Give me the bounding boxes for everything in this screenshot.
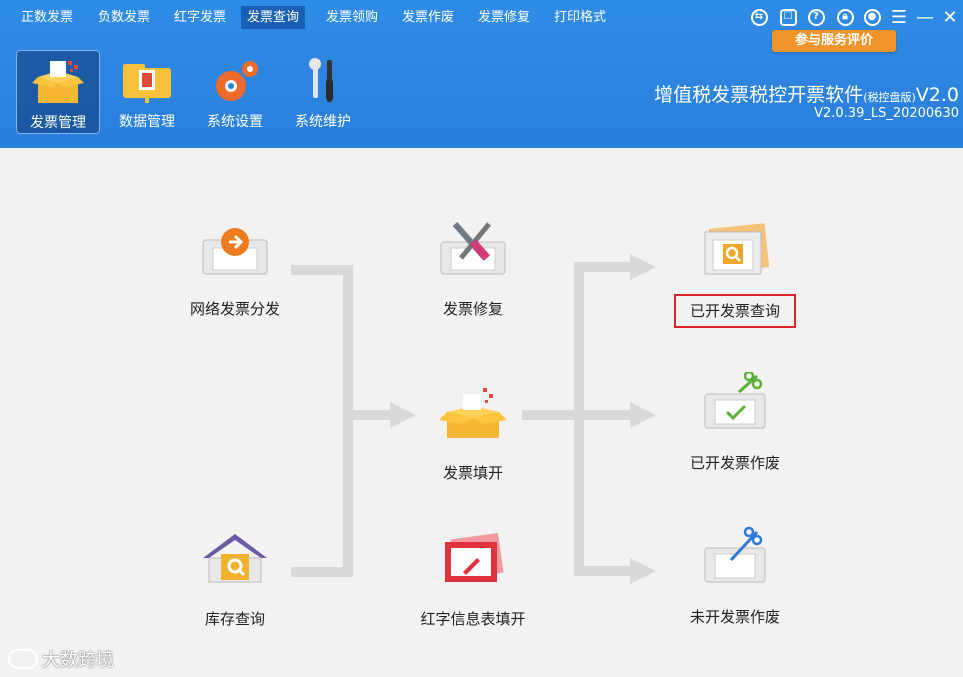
node-label: 发票修复 (442, 300, 503, 318)
flow-line (574, 566, 634, 576)
node-label: 红字信息表填开 (420, 610, 526, 628)
menu-item-invoice-void[interactable]: 发票作废 (396, 6, 460, 29)
folder-icon (123, 64, 171, 103)
node-stock-query[interactable]: 库存查询 (170, 528, 300, 630)
switch-icon[interactable]: ⇆ (750, 8, 768, 26)
close-icon[interactable]: ✕ (941, 7, 959, 28)
house-search-icon (203, 534, 267, 583)
node-label: 库存查询 (204, 610, 265, 628)
toolbar-system-maintenance[interactable]: 系统维护 (281, 50, 365, 134)
menu-item-print-format[interactable]: 打印格式 (548, 6, 612, 29)
flow-line (574, 410, 634, 420)
issued-query-label: 已开发票查询 (673, 294, 797, 328)
node-network-distribution[interactable]: 网络发票分发 (170, 218, 300, 320)
user-icon[interactable]: ● (863, 8, 881, 26)
invoice-scissors-blue-icon (704, 526, 766, 583)
node-issued-void[interactable]: 已开发票作废 (670, 370, 800, 474)
invoice-box-icon (439, 388, 507, 438)
menu-icon[interactable]: ☰ (890, 7, 908, 28)
gears-icon (216, 61, 258, 101)
menu-item-invoice-query[interactable]: 发票查询 (241, 6, 306, 29)
repair-tools-icon (440, 222, 506, 275)
phone-icon[interactable]: ☐ (779, 8, 797, 26)
service-evaluation-button[interactable]: 参与服务评价 (772, 30, 896, 52)
tools-icon (309, 58, 333, 102)
watermark-text: 大数跨境 (42, 650, 114, 671)
flow-arrow (630, 558, 656, 584)
toolbar-label: 发票管理 (30, 115, 86, 131)
node-invoice-repair[interactable]: 发票修复 (408, 218, 538, 320)
watermark: 大数跨境 (8, 646, 114, 672)
menu-item-red-invoice[interactable]: 红字发票 (168, 6, 232, 29)
menu-item-invoice-purchase[interactable]: 发票领购 (320, 6, 384, 29)
flow-line (291, 265, 351, 275)
lock-icon[interactable]: 🔒︎ (836, 8, 854, 26)
node-issued-query[interactable]: 已开发票查询 (670, 218, 800, 328)
app-header: 正数发票 负数发票 红字发票 发票查询 发票领购 发票作废 发票修复 打印格式 … (0, 0, 963, 148)
flow-line (343, 265, 353, 577)
flow-line (343, 410, 393, 420)
node-unissued-void[interactable]: 未开发票作废 (670, 526, 800, 628)
invoice-scissors-green-icon (704, 370, 766, 429)
app-title: 增值税发票税控开票软件(税控盘版)V2.0 (654, 84, 959, 106)
app-version: V2.0.39_LS_20200630 (814, 106, 959, 121)
menu-item-negative-invoice[interactable]: 负数发票 (92, 6, 156, 29)
watermark-logo-icon (8, 649, 38, 669)
node-label: 网络发票分发 (189, 300, 280, 318)
invoice-search-icon (704, 223, 770, 275)
toolbar-label: 系统设置 (207, 114, 263, 130)
invoice-box-icon (32, 61, 84, 103)
flow-arrow (630, 402, 656, 428)
menu-item-invoice-repair[interactable]: 发票修复 (472, 6, 536, 29)
network-distribution-icon (202, 228, 268, 275)
flow-arrow (630, 254, 656, 280)
node-label: 发票填开 (442, 464, 503, 482)
menu-item-positive-invoice[interactable]: 正数发票 (15, 6, 79, 29)
node-label: 已开发票作废 (689, 454, 780, 472)
red-form-icon (445, 532, 504, 582)
flow-line (291, 567, 351, 577)
node-red-info-fill[interactable]: 红字信息表填开 (408, 528, 538, 630)
help-icon[interactable]: ? (807, 8, 825, 26)
toolbar-label: 系统维护 (295, 114, 351, 130)
toolbar-system-settings[interactable]: 系统设置 (193, 50, 277, 134)
toolbar-data-management[interactable]: 数据管理 (105, 50, 189, 134)
minimize-icon[interactable]: — (916, 7, 934, 28)
flow-line (574, 262, 634, 272)
node-invoice-fill[interactable]: 发票填开 (408, 382, 538, 484)
node-label: 未开发票作废 (689, 608, 780, 626)
toolbar-label: 数据管理 (119, 114, 175, 130)
toolbar-invoice-management[interactable]: 发票管理 (16, 50, 100, 134)
